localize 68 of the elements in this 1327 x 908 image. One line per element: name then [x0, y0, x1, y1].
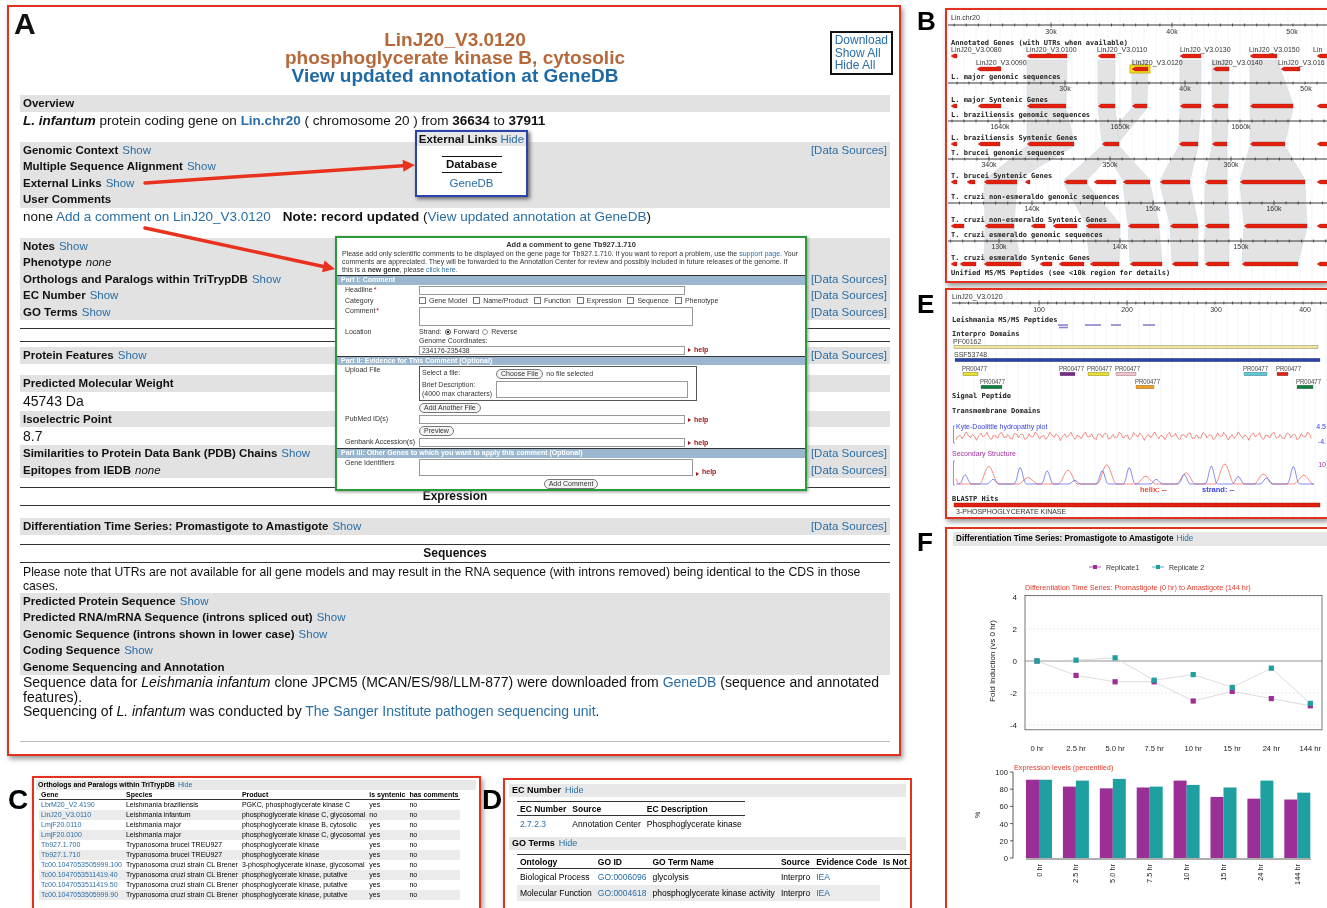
field-label: Differentiation Time Series: Promastigote to Amastigote	[23, 519, 329, 534]
table-title: GO Terms	[512, 837, 555, 850]
field-label: User Comments	[23, 192, 112, 207]
panel-letter: D	[481, 783, 503, 817]
table-cell: Molecular Function	[517, 885, 595, 901]
field-label: Predicted RNA/mRNA Sequence (introns spliced out)	[23, 610, 313, 625]
panel-letter: B	[916, 5, 937, 38]
info-text: Sequence data for Leishmania infantum clone JPCM5 (MCAN/ES/98/LLM-877) were downloaded from GeneDB (sequence and annotated features).	[22, 675, 881, 704]
field-label: Predicted Protein Sequence	[23, 593, 176, 609]
note-text: Please note that UTRs are not available for all gene models and may result in the RNA sequence (with introns removed) being identical to the CDS in those cases.	[22, 564, 862, 593]
field-label: Multiple Sequence Alignment	[23, 159, 183, 174]
axis-tick-label: -4	[1009, 721, 1017, 730]
field-label: Orthologs and Paralogs within TriTrypDB	[23, 271, 248, 287]
field-label: Protein Features	[23, 348, 114, 363]
info-text: L. infantum protein coding gene on Lin.chr20 ( chromosome 20 ) from 36634 to 37911	[22, 111, 547, 130]
table-cell: phosphoglycerate kinase activity	[649, 885, 778, 901]
field-label: Isoelectric Point	[23, 411, 112, 427]
column-header: Evidence Code	[813, 854, 881, 869]
column-header: EC Number	[517, 801, 570, 816]
field-label: External Links	[23, 175, 102, 191]
panel-letter: E	[916, 288, 936, 321]
field-label: EC Number	[23, 288, 86, 303]
table-cell: glycolysis	[649, 868, 778, 885]
product-title: phosphoglycerate kinase B, cytosolic	[285, 49, 625, 67]
table-cell: Phosphoglycerate kinase	[643, 815, 745, 832]
field-value: none	[85, 255, 112, 270]
axis-tick-label: 4	[1012, 593, 1017, 602]
axis-title: Fold Induction (vs 0 hr)	[988, 620, 997, 702]
section-heading: Expression	[422, 489, 488, 503]
column-header: EC Description	[643, 801, 745, 816]
column-header: GO ID	[594, 854, 650, 869]
field-value: 8.7	[22, 427, 44, 445]
field-label: Predicted Molecular Weight	[23, 376, 174, 391]
gene-id-title: LinJ20_V3.0120	[384, 31, 526, 49]
section-heading: Sequences	[423, 545, 487, 560]
table-cell: Interpro	[777, 885, 814, 901]
field-label: Genomic Context	[23, 142, 119, 158]
field-label: Genome Sequencing and Annotation	[23, 659, 225, 675]
section-title: Differentiation Time Series: Promastigote to Amastigote	[956, 533, 1174, 545]
field-label: Overview	[23, 96, 75, 111]
info-text: none Add a comment on LinJ20_V3.0120 Note: record updated (View updated annotation at GeneDB)	[22, 207, 652, 226]
field-label: Similarities to Protein Data Bank (PDB) Chains	[23, 446, 278, 461]
panel-letter: A	[14, 7, 36, 41]
table-cell: Biological Process	[517, 868, 595, 885]
panel-letter: F	[916, 526, 934, 559]
column-header: Is Not	[880, 854, 910, 869]
column-header: Source	[777, 854, 814, 869]
column-header: Source	[569, 801, 644, 816]
axis-tick-label: 0	[1012, 657, 1017, 666]
field-label: GO Terms	[23, 304, 78, 320]
axis-tick-label: 2	[1012, 625, 1017, 634]
axis-tick-label: -2	[1009, 689, 1017, 698]
table-cell: Interpro	[777, 868, 814, 885]
field-label: Epitopes from IEDB	[23, 462, 131, 478]
table-cell: Annotation Center	[569, 815, 644, 832]
column-header: Database	[441, 156, 502, 173]
field-label: Coding Sequence	[23, 643, 121, 658]
field-value: none	[135, 462, 161, 478]
field-value: 45743 Da	[22, 391, 85, 410]
table-title: EC Number	[512, 784, 561, 797]
field-label: Notes	[23, 238, 55, 254]
panel-letter: C	[7, 783, 30, 817]
field-label: Phenotype	[23, 255, 82, 270]
popup-title: External Links	[418, 133, 498, 145]
column-header: GO Term Name	[649, 854, 778, 869]
field-label: Genomic Sequence (introns shown in lower case)	[23, 626, 295, 642]
column-header: Ontology	[517, 854, 595, 869]
info-text: Sequencing of L. infantum was conducted by The Sanger Institute pathogen sequencing unit.	[22, 704, 601, 719]
